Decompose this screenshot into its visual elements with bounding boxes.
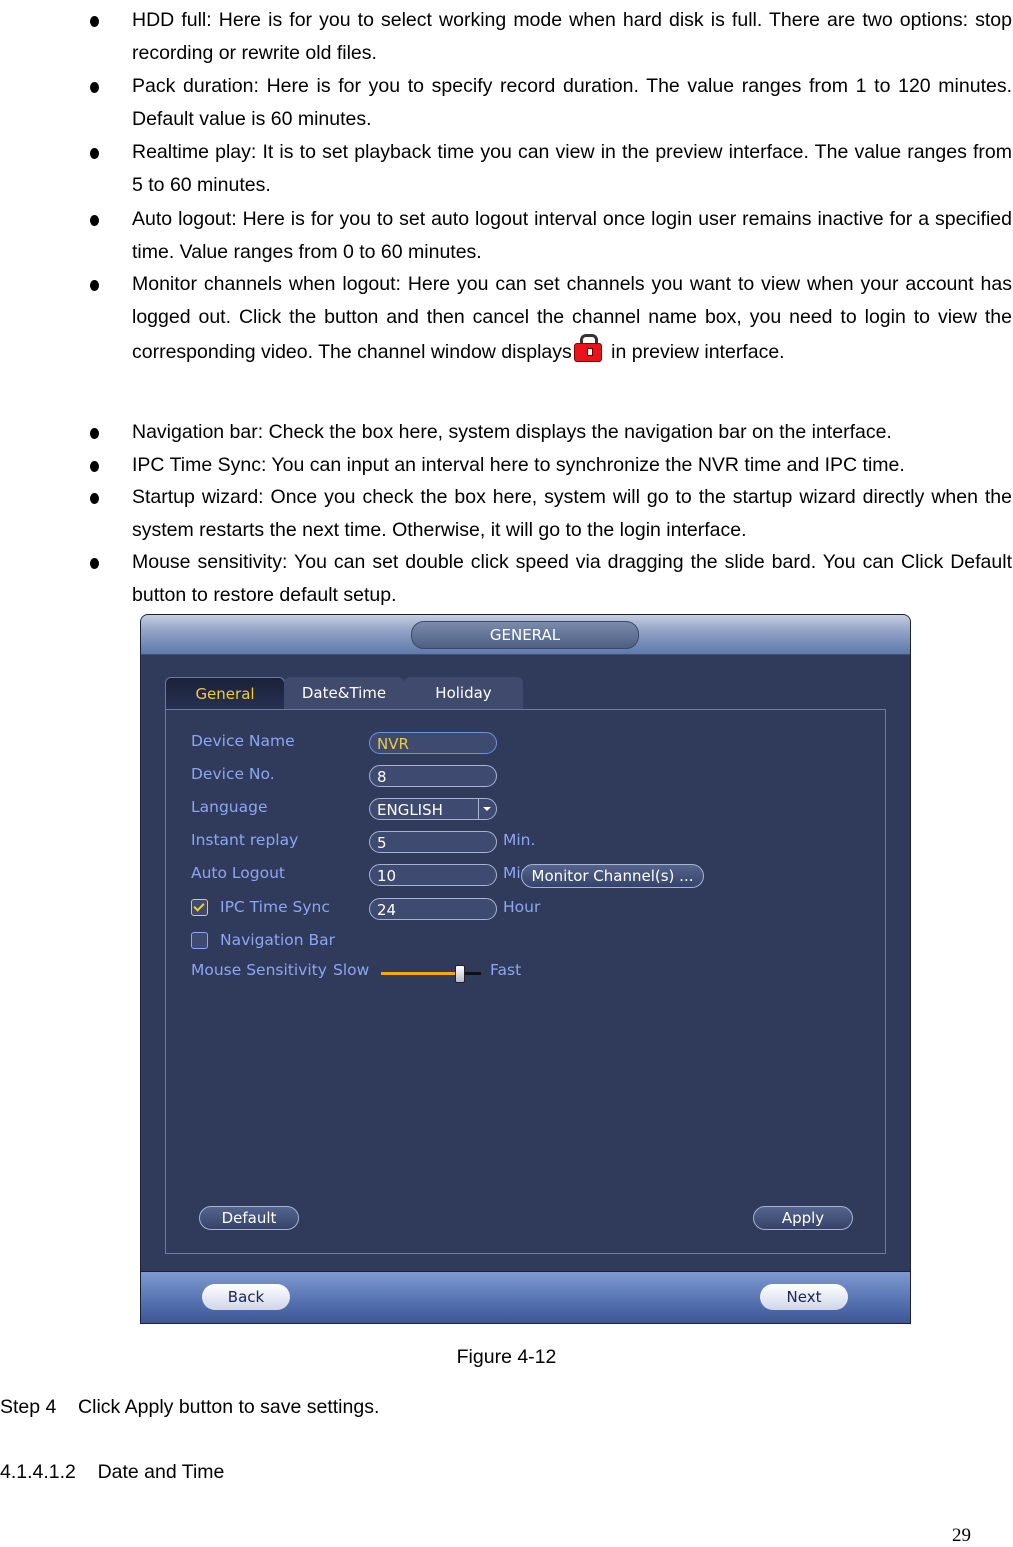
bullet-dot-icon — [90, 558, 99, 569]
device-name-label: Device Name — [191, 732, 295, 750]
bullet-text: IPC Time Sync: You can input an interval… — [132, 454, 905, 476]
navigation-bar-label: Navigation Bar — [220, 931, 336, 949]
bullet-dot-icon — [90, 280, 99, 291]
bullet-dot-icon — [90, 148, 99, 159]
device-no-input[interactable]: 8 — [369, 765, 497, 787]
tab-holiday[interactable]: Holiday — [404, 677, 523, 709]
window-title: GENERAL — [411, 621, 639, 649]
instant-replay-unit: Min. — [503, 831, 536, 849]
page-number: 29 — [952, 1525, 971, 1546]
window-titlebar: GENERAL — [141, 615, 910, 655]
bullet-dot-icon — [90, 215, 99, 226]
slider-thumb[interactable] — [455, 965, 465, 983]
language-label: Language — [191, 798, 268, 816]
navigation-bar-checkbox[interactable] — [191, 932, 208, 949]
language-select[interactable]: ENGLISH — [369, 798, 497, 820]
step-text: Step 4 Click Apply button to save settin… — [0, 1396, 380, 1418]
mouse-sensitivity-slider[interactable] — [381, 965, 481, 983]
bullet-text: Mouse sensitivity: You can set double cl… — [132, 551, 1012, 606]
bullet-dot-icon — [90, 493, 99, 504]
bullet-text: HDD full: Here is for you to select work… — [132, 9, 1012, 64]
mouse-sensitivity-label: Mouse Sensitivity — [191, 961, 327, 979]
apply-button[interactable]: Apply — [753, 1206, 853, 1230]
bullet-text-after: in preview interface. — [605, 341, 785, 363]
monitor-channels-button[interactable]: Monitor Channel(s) ... — [521, 864, 704, 888]
device-no-label: Device No. — [191, 765, 275, 783]
auto-logout-label: Auto Logout — [191, 864, 285, 882]
language-value: ENGLISH — [377, 801, 443, 819]
general-settings-window: GENERAL General Date&Time Holiday Device… — [140, 614, 911, 1324]
next-button[interactable]: Next — [760, 1284, 848, 1310]
tab-general[interactable]: General — [165, 677, 285, 709]
chevron-down-icon[interactable] — [478, 799, 496, 819]
bullet-dot-icon — [90, 428, 99, 439]
bullet-text: Pack duration: Here is for you to specif… — [132, 75, 1012, 130]
bullet-dot-icon — [90, 16, 99, 27]
default-button[interactable]: Default — [199, 1206, 299, 1230]
auto-logout-input[interactable]: 10 — [369, 864, 497, 886]
bullet-text: Realtime play: It is to set playback tim… — [132, 141, 1012, 196]
ipc-time-sync-unit: Hour — [503, 898, 541, 916]
settings-panel: Device Name NVR Device No. 8 Language EN… — [165, 709, 886, 1254]
bullet-dot-icon — [90, 461, 99, 472]
ipc-time-sync-checkbox[interactable] — [191, 899, 208, 916]
bullet-text: Navigation bar: Check the box here, syst… — [132, 421, 892, 443]
tab-date-time[interactable]: Date&Time — [284, 677, 404, 709]
bullet-text: Auto logout: Here is for you to set auto… — [132, 208, 1012, 263]
back-button[interactable]: Back — [202, 1284, 290, 1310]
instant-replay-label: Instant replay — [191, 831, 299, 849]
bullet-dot-icon — [90, 82, 99, 93]
figure-caption: Figure 4-12 — [456, 1346, 557, 1368]
slider-fast-label: Fast — [490, 961, 522, 979]
ipc-time-sync-label: IPC Time Sync — [220, 898, 330, 916]
slider-fill — [381, 972, 459, 975]
lock-icon — [572, 334, 602, 362]
bullet-text: Startup wizard: Once you check the box h… — [132, 486, 1012, 541]
instant-replay-input[interactable]: 5 — [369, 831, 497, 853]
slider-slow-label: Slow — [333, 961, 370, 979]
device-name-input[interactable]: NVR — [369, 732, 497, 754]
bullet-text: Monitor channels when logout: Here you c… — [132, 268, 1012, 369]
ipc-time-sync-input[interactable]: 24 — [369, 898, 497, 920]
section-heading: 4.1.4.1.2 Date and Time — [0, 1461, 225, 1483]
wizard-nav-bar: Back Next — [141, 1271, 910, 1323]
